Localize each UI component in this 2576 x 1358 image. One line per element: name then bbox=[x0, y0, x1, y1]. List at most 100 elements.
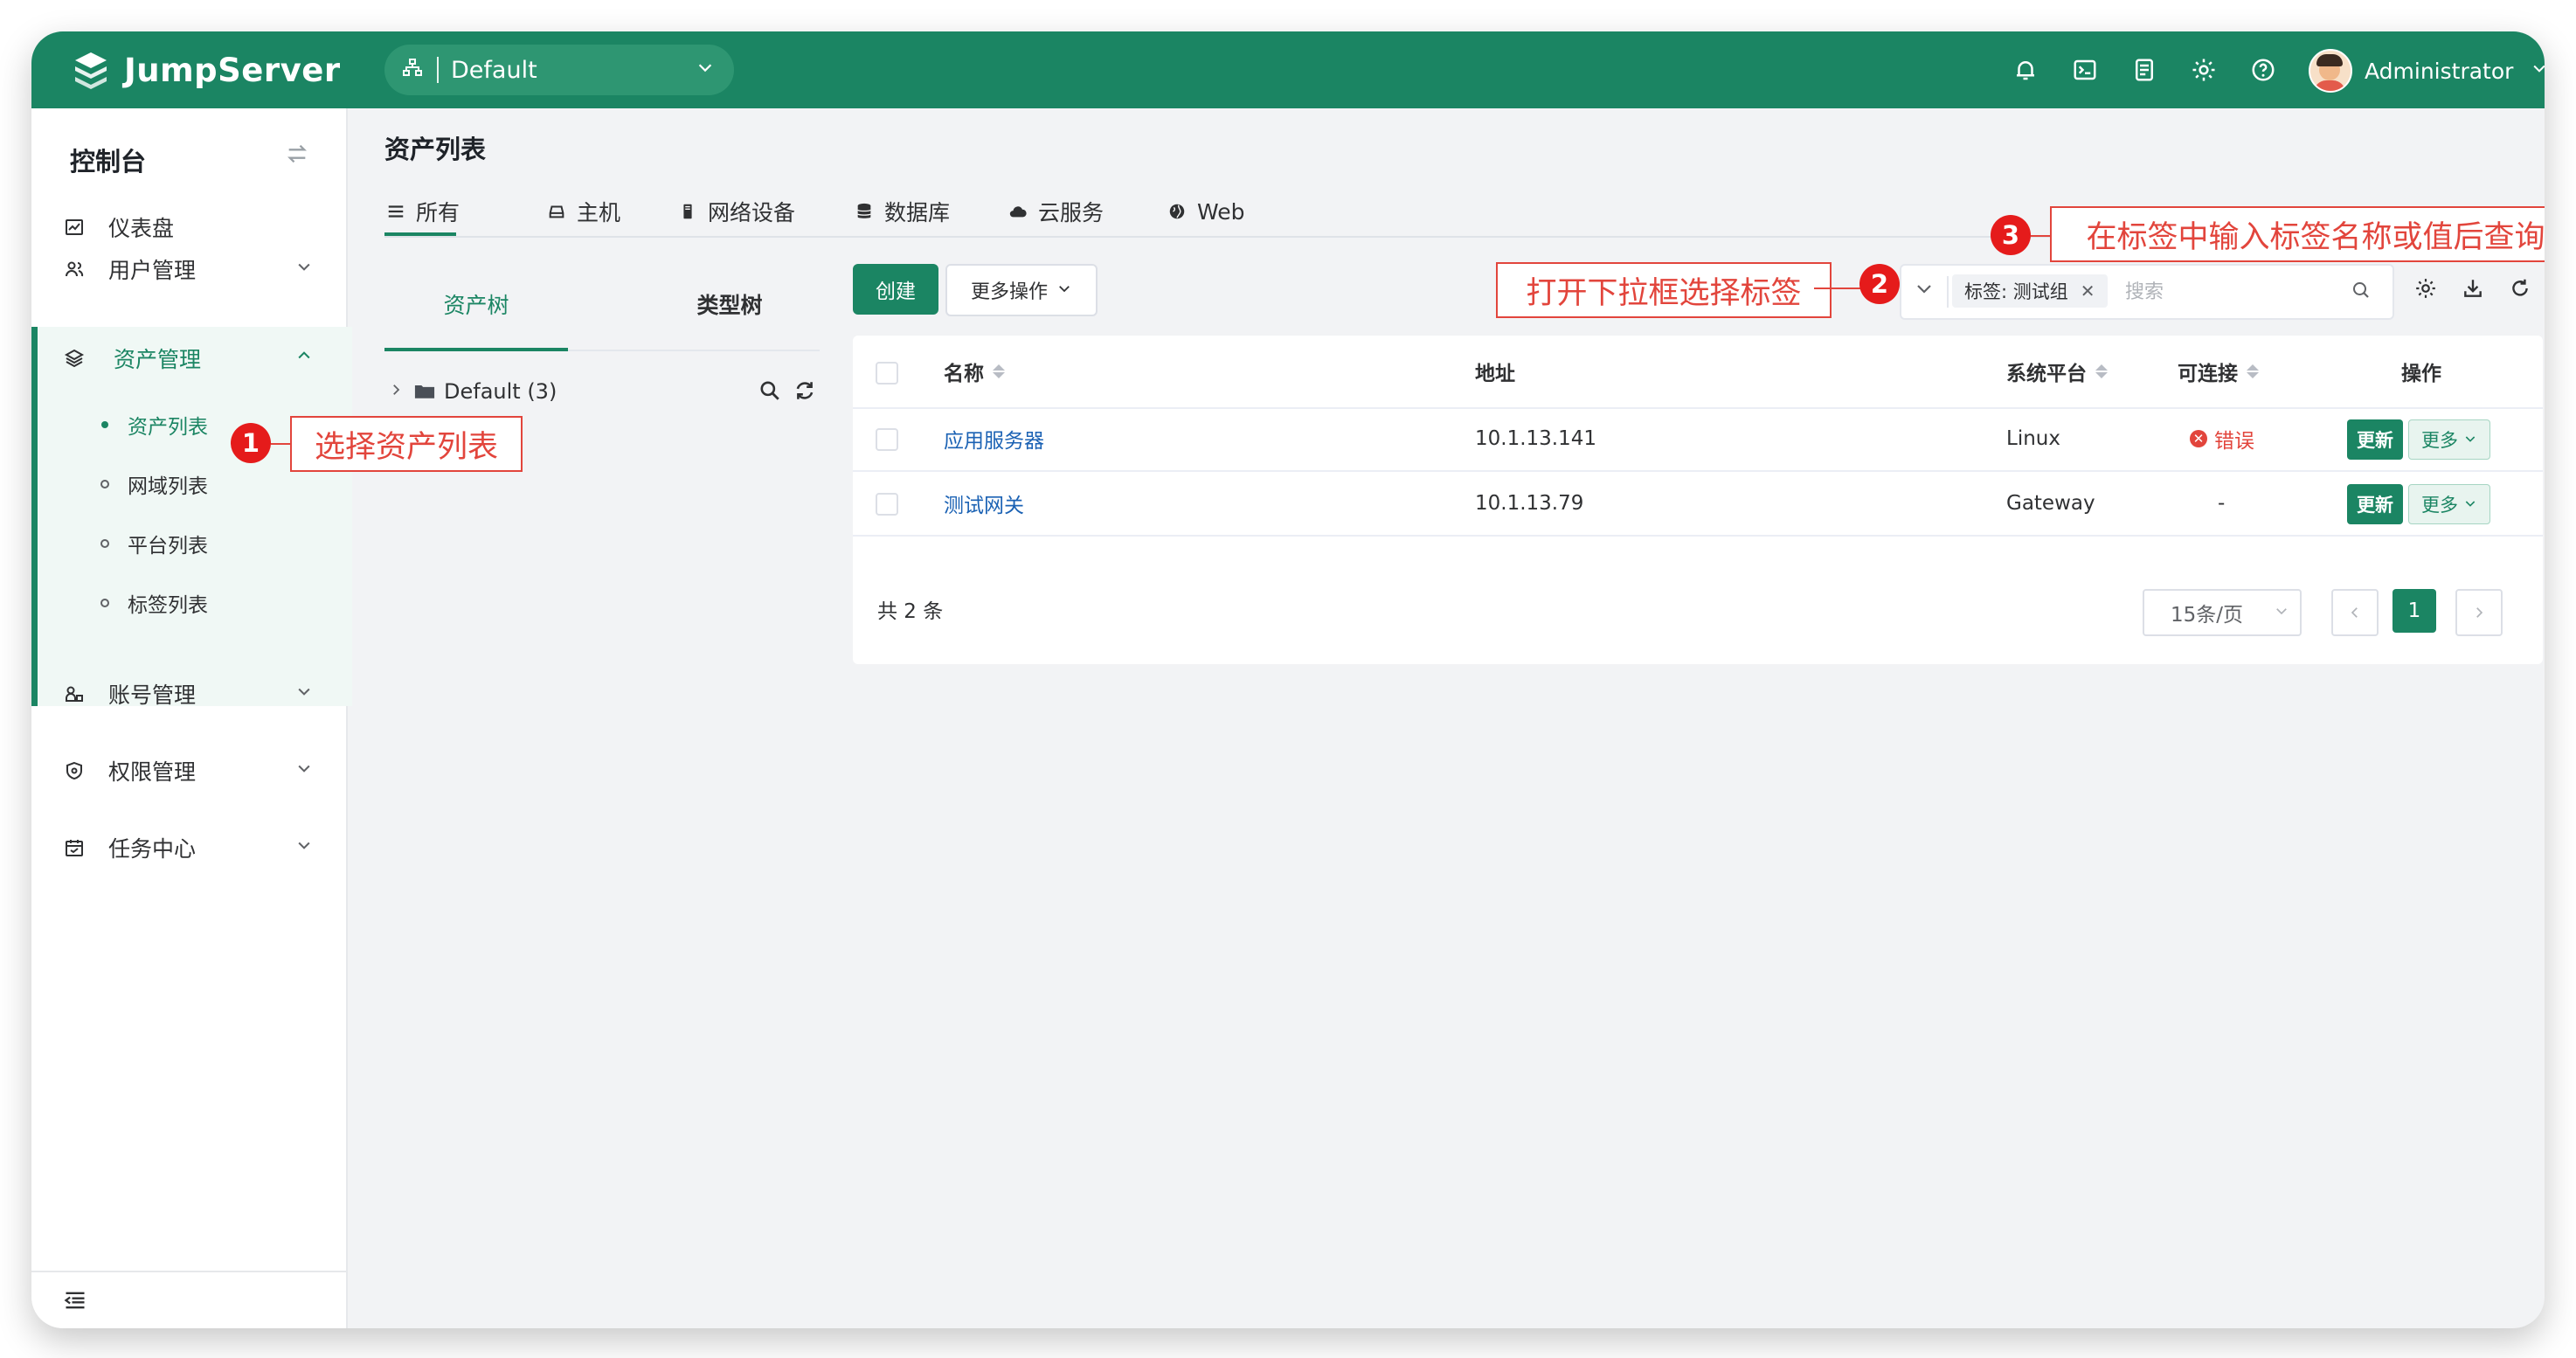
asset-address: 10.1.13.141 bbox=[1475, 427, 1596, 450]
page-size-select[interactable]: 15条/页 bbox=[2143, 589, 2302, 636]
table-row: 测试网关 10.1.13.79 Gateway - 更新 更多 bbox=[853, 472, 2543, 537]
user-name: Administrator bbox=[2365, 58, 2514, 84]
sidebar-item-tasks[interactable]: 任务中心 bbox=[31, 823, 346, 872]
cloud-icon bbox=[1007, 200, 1029, 223]
sidebar-item-label: 用户管理 bbox=[108, 258, 197, 283]
more-actions-button[interactable]: 更多操作 bbox=[945, 264, 1098, 316]
column-label: 名称 bbox=[944, 363, 984, 385]
tab-cloud[interactable]: 云服务 bbox=[1007, 187, 1104, 236]
tab-network-device[interactable]: 网络设备 bbox=[676, 187, 795, 236]
column-header-name[interactable]: 名称 bbox=[944, 336, 1005, 407]
gear-icon[interactable] bbox=[2412, 274, 2440, 302]
collapse-sidebar-icon[interactable] bbox=[63, 1288, 87, 1313]
sidebar-item-permissions[interactable]: 权限管理 bbox=[31, 746, 346, 795]
dashboard-icon bbox=[61, 214, 87, 240]
terminal-icon[interactable] bbox=[2067, 52, 2102, 87]
tab-host[interactable]: 主机 bbox=[545, 187, 620, 236]
globe-icon bbox=[1166, 200, 1188, 223]
filter-dropdown-icon[interactable] bbox=[1914, 278, 1935, 304]
page-size-value: 15条/页 bbox=[2171, 604, 2244, 627]
shield-icon bbox=[61, 758, 87, 784]
refresh-icon[interactable] bbox=[793, 379, 818, 404]
tab-label: 云服务 bbox=[1038, 200, 1104, 225]
tab-all[interactable]: 所有 bbox=[384, 187, 460, 236]
sidebar-item-users[interactable]: 用户管理 bbox=[31, 245, 346, 294]
document-icon[interactable] bbox=[2127, 52, 2162, 87]
bullet-dot bbox=[100, 599, 109, 607]
sidebar-item-label: 任务中心 bbox=[108, 836, 197, 862]
chevron-down-icon bbox=[295, 682, 313, 705]
asset-name-link[interactable]: 测试网关 bbox=[944, 472, 1024, 535]
current-page[interactable]: 1 bbox=[2392, 589, 2436, 633]
tree-node-default[interactable]: Default (3) bbox=[384, 372, 820, 411]
chevron-down-icon bbox=[2531, 59, 2545, 82]
active-tab-indicator bbox=[384, 232, 456, 236]
next-page-button[interactable] bbox=[2455, 589, 2503, 636]
sort-icon[interactable] bbox=[2095, 364, 2108, 378]
search-icon[interactable] bbox=[2351, 280, 2373, 302]
create-button[interactable]: 创建 bbox=[853, 264, 938, 315]
tab-type-tree[interactable]: 类型树 bbox=[638, 264, 821, 344]
column-header-platform[interactable]: 系统平台 bbox=[2006, 336, 2108, 407]
chevron-right-icon[interactable] bbox=[388, 381, 404, 403]
calendar-icon bbox=[61, 835, 87, 861]
asset-name-link[interactable]: 应用服务器 bbox=[944, 407, 1044, 470]
close-icon[interactable]: ✕ bbox=[2081, 281, 2095, 301]
switch-view-icon[interactable] bbox=[285, 142, 309, 172]
update-button[interactable]: 更新 bbox=[2347, 419, 2403, 460]
submenu-label-list[interactable]: 标签列表 bbox=[31, 577, 346, 629]
row-checkbox[interactable] bbox=[876, 428, 898, 451]
sidebar-item-label: 权限管理 bbox=[108, 759, 197, 785]
folder-icon bbox=[414, 383, 437, 400]
more-button[interactable]: 更多 bbox=[2408, 419, 2490, 460]
organization-select[interactable]: Default bbox=[384, 45, 734, 95]
download-icon[interactable] bbox=[2459, 274, 2487, 302]
refresh-icon[interactable] bbox=[2506, 274, 2534, 302]
chevron-down-icon bbox=[696, 58, 715, 82]
chevron-down-icon bbox=[295, 759, 313, 782]
column-header-address: 地址 bbox=[1475, 336, 1515, 407]
tag-filter-chip[interactable]: 标签: 测试组 ✕ bbox=[1952, 274, 2108, 308]
top-actions bbox=[2008, 52, 2281, 87]
more-button[interactable]: 更多 bbox=[2408, 484, 2490, 524]
chevron-down-icon bbox=[1056, 280, 1072, 301]
bell-icon[interactable] bbox=[2008, 52, 2043, 87]
user-menu[interactable]: Administrator bbox=[2309, 49, 2545, 93]
select-all-checkbox[interactable] bbox=[876, 362, 898, 385]
column-label: 可连接 bbox=[2178, 363, 2238, 385]
more-label: 更多 bbox=[2421, 430, 2458, 451]
gear-icon[interactable] bbox=[2186, 52, 2221, 87]
tab-asset-tree[interactable]: 资产树 bbox=[384, 264, 568, 344]
jumpserver-logo-icon bbox=[75, 52, 107, 89]
tree-tab-label: 类型树 bbox=[696, 293, 763, 318]
sort-icon[interactable] bbox=[993, 364, 1005, 378]
connectivity-status: - bbox=[2218, 492, 2226, 515]
asset-table: 名称 地址 系统平台 可连接 操作 应用服务器 10.1.13.141 Linu… bbox=[853, 336, 2543, 664]
row-checkbox[interactable] bbox=[876, 493, 898, 516]
annotation-callout-2: 打开下拉框选择标签 bbox=[1496, 262, 1832, 318]
sidebar-item-assets[interactable]: 资产管理 bbox=[31, 334, 346, 383]
submenu-platform-list[interactable]: 平台列表 bbox=[31, 517, 346, 570]
asset-platform: Linux bbox=[2006, 427, 2060, 450]
brand-name: JumpServer bbox=[124, 51, 341, 89]
submenu-label: 标签列表 bbox=[128, 594, 208, 617]
tab-label: 数据库 bbox=[884, 200, 951, 225]
column-header-connectivity[interactable]: 可连接 bbox=[2178, 336, 2259, 407]
connectivity-status: ✕ 错误 bbox=[2190, 407, 2254, 470]
prev-page-button[interactable] bbox=[2331, 589, 2379, 636]
tab-database[interactable]: 数据库 bbox=[853, 187, 950, 236]
search-icon[interactable] bbox=[758, 379, 783, 404]
brand-logo[interactable]: JumpServer bbox=[70, 47, 341, 93]
sidebar-item-label: 仪表盘 bbox=[108, 216, 175, 241]
column-label: 系统平台 bbox=[2006, 363, 2087, 385]
tab-web[interactable]: Web bbox=[1166, 187, 1245, 236]
search-input[interactable] bbox=[2123, 274, 2345, 309]
host-icon bbox=[545, 200, 568, 223]
asset-tree-panel: 资产树 类型树 Default (3) bbox=[384, 264, 820, 1225]
sidebar-item-accounts[interactable]: 账号管理 bbox=[31, 669, 346, 718]
annotation-connector bbox=[2031, 235, 2050, 237]
sort-icon[interactable] bbox=[2247, 364, 2259, 378]
update-button[interactable]: 更新 bbox=[2347, 484, 2403, 524]
help-icon[interactable] bbox=[2246, 52, 2281, 87]
submenu-label: 平台列表 bbox=[128, 535, 208, 558]
